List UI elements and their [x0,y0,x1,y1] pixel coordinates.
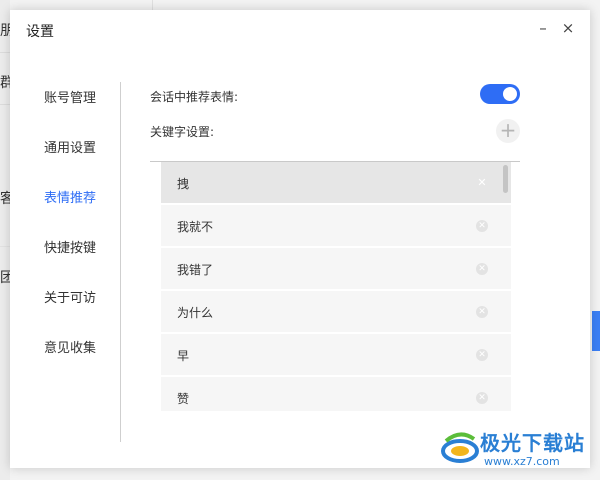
nav-item-general[interactable]: 通用设置 [44,137,96,156]
keyword-text: 我错了 [177,263,214,277]
watermark-logo-icon [441,432,479,463]
background-divider [0,246,10,247]
keyword-text: 早 [177,349,190,363]
recommend-emoji-toggle[interactable] [480,84,520,104]
watermark-title: 极光下载站 [480,431,585,455]
keyword-row[interactable]: 我错了 ✕ [161,248,511,290]
nav-item-feedback[interactable]: 意见收集 [44,337,96,356]
add-keyword-button[interactable]: + [496,119,520,143]
toggle-knob [503,87,517,101]
nav-item-shortcuts[interactable]: 快捷按键 [44,237,96,256]
nav-item-emoji[interactable]: 表情推荐 [44,187,96,206]
nav-divider [120,82,121,442]
list-scrollbar[interactable] [503,165,508,193]
settings-dialog: 设置 – × 账号管理 通用设置 表情推荐 快捷按键 关于可访 意见收集 会话中… [10,10,590,468]
nav-item-about[interactable]: 关于可访 [44,287,96,306]
watermark: 极光下载站 www.xz7.com [440,425,590,475]
keyword-row[interactable]: 我就不 ✕ [161,205,511,247]
background-divider [0,52,10,53]
recommend-emoji-label: 会话中推荐表情: [150,90,239,104]
background-divider [0,104,10,105]
keyword-text: 为什么 [177,306,214,320]
delete-keyword-icon[interactable]: ✕ [476,177,488,189]
close-button[interactable]: × [556,16,580,40]
keyword-row[interactable]: 为什么 ✕ [161,291,511,333]
delete-keyword-icon[interactable]: ✕ [476,263,488,275]
keyword-row[interactable]: 赞 ✕ [161,377,511,411]
delete-keyword-icon[interactable]: ✕ [476,220,488,232]
keyword-text: 赞 [177,392,190,406]
keyword-list: 拽 ✕ 我就不 ✕ 我错了 ✕ 为什么 ✕ 早 ✕ 赞 ✕ [161,162,511,411]
keywords-label: 关键字设置: [150,125,215,139]
dialog-title: 设置 [26,24,54,40]
background-divider [152,0,153,10]
delete-keyword-icon[interactable]: ✕ [476,392,488,404]
delete-keyword-icon[interactable]: ✕ [476,306,488,318]
minimize-button[interactable]: – [531,16,555,40]
keyword-row[interactable]: 早 ✕ [161,334,511,376]
watermark-url: www.xz7.com [484,455,560,468]
keyword-row[interactable]: 拽 ✕ [161,162,511,204]
background-accent-bar [592,311,600,351]
nav-item-account[interactable]: 账号管理 [44,87,96,106]
delete-keyword-icon[interactable]: ✕ [476,349,488,361]
keyword-text: 我就不 [177,220,214,234]
keyword-text: 拽 [177,177,190,191]
